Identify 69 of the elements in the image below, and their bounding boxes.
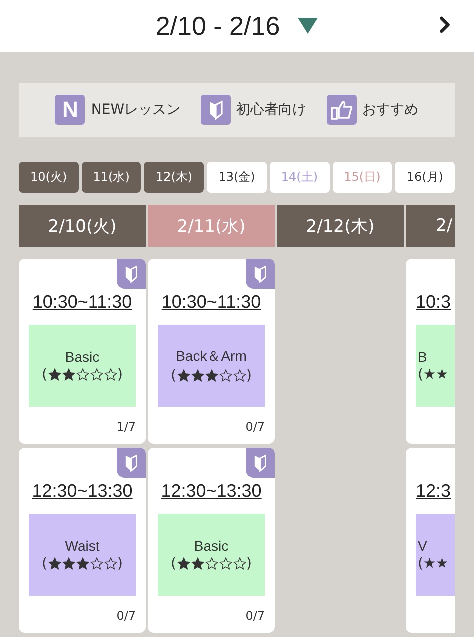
lesson-time[interactable]: 10:30~11:30 — [32, 292, 132, 313]
empty-star-icon — [104, 557, 118, 571]
lesson-time[interactable]: 10:3 — [416, 292, 452, 313]
day-tab[interactable]: 13(金) — [207, 162, 267, 193]
week-range-title: 2/10 - 2/16 — [156, 10, 280, 42]
booking-count: 0/7 — [246, 420, 265, 434]
filled-star-icon — [176, 369, 190, 383]
filled-star-icon — [176, 557, 190, 571]
empty-star-icon — [232, 557, 246, 571]
empty-star-icon — [104, 368, 118, 382]
lesson-time[interactable]: 12:3 — [416, 481, 452, 502]
bracket-text: ( — [42, 367, 48, 383]
day-header: 2/ — [406, 205, 455, 247]
filled-star-icon — [76, 557, 90, 571]
filled-star-icon — [62, 368, 76, 382]
bracket-text: ( — [171, 556, 176, 572]
bracket-text: ( — [42, 556, 48, 572]
lesson-title: Basic — [194, 538, 229, 554]
lesson-time[interactable]: 12:30~13:30 — [32, 481, 133, 502]
lesson-title: Basic — [65, 349, 100, 365]
filled-star-icon — [190, 369, 204, 383]
day-tab[interactable]: 11(水) — [82, 162, 142, 193]
legend-label: おすすめ — [362, 101, 419, 119]
difficulty-rating: (★★ — [418, 367, 449, 383]
lesson-card[interactable]: 10:30~11:30 Basic ( ) 1/7 — [19, 259, 146, 444]
beginner-mark-icon — [254, 454, 267, 472]
lesson-time[interactable]: 12:30~13:30 — [161, 481, 262, 502]
booking-count: 0/7 — [116, 609, 136, 623]
day-tab[interactable]: 12(木) — [144, 162, 204, 193]
difficulty-rating: (★★ — [418, 556, 449, 572]
day-tab[interactable]: 16(月) — [395, 162, 456, 193]
filled-star-icon — [48, 368, 62, 382]
lesson-card[interactable]: 12:3 V (★★ — [406, 448, 455, 633]
day-tab[interactable]: 10(火) — [19, 162, 79, 193]
lesson-title: Back＆Arm — [176, 348, 247, 366]
empty-star-icon — [90, 368, 104, 382]
new-badge: N — [55, 95, 86, 125]
dropdown-triangle-icon[interactable] — [298, 18, 318, 34]
lesson-title: V — [418, 538, 428, 554]
lesson-title: Waist — [65, 538, 100, 554]
lesson-card[interactable]: 12:30~13:30 Waist ( ) 0/7 — [19, 448, 146, 633]
filled-star-icon — [48, 557, 62, 571]
beginner-mark-icon — [125, 454, 138, 472]
filled-star-icon — [190, 557, 204, 571]
filled-star-icon — [62, 557, 76, 571]
bracket-text: ) — [118, 367, 123, 383]
booking-count: 1/7 — [116, 420, 136, 434]
bracket-text: ) — [246, 556, 252, 572]
bracket-text: ) — [246, 368, 252, 384]
booking-count: 0/7 — [246, 609, 265, 623]
beginner-mark-icon — [208, 100, 223, 120]
lesson-card[interactable]: 10:3 B (★★ — [406, 259, 455, 444]
legend-label: NEWレッスン — [91, 101, 181, 119]
bracket-text: ) — [118, 556, 123, 572]
day-header: 2/11(水) — [148, 205, 275, 247]
legend-label: 初心者向け — [236, 101, 307, 119]
beginner-mark-icon — [125, 265, 138, 283]
lesson-title: B — [418, 349, 428, 365]
lesson-time[interactable]: 10:30~11:30 — [162, 292, 262, 313]
day-header: 2/10(火) — [19, 205, 146, 247]
empty-star-icon — [232, 369, 246, 383]
bracket-text: ( — [171, 368, 176, 384]
filled-star-icon — [204, 369, 218, 383]
lesson-card[interactable]: 12:30~13:30 Basic ( ) 0/7 — [148, 448, 275, 633]
day-header: 2/12(木) — [277, 205, 404, 247]
lesson-card[interactable]: 10:30~11:30 Back＆Arm ( ) 0/7 — [148, 259, 275, 444]
beginner-mark-icon — [254, 265, 267, 283]
empty-star-icon — [218, 557, 232, 571]
thumbs-up-icon — [330, 100, 353, 120]
